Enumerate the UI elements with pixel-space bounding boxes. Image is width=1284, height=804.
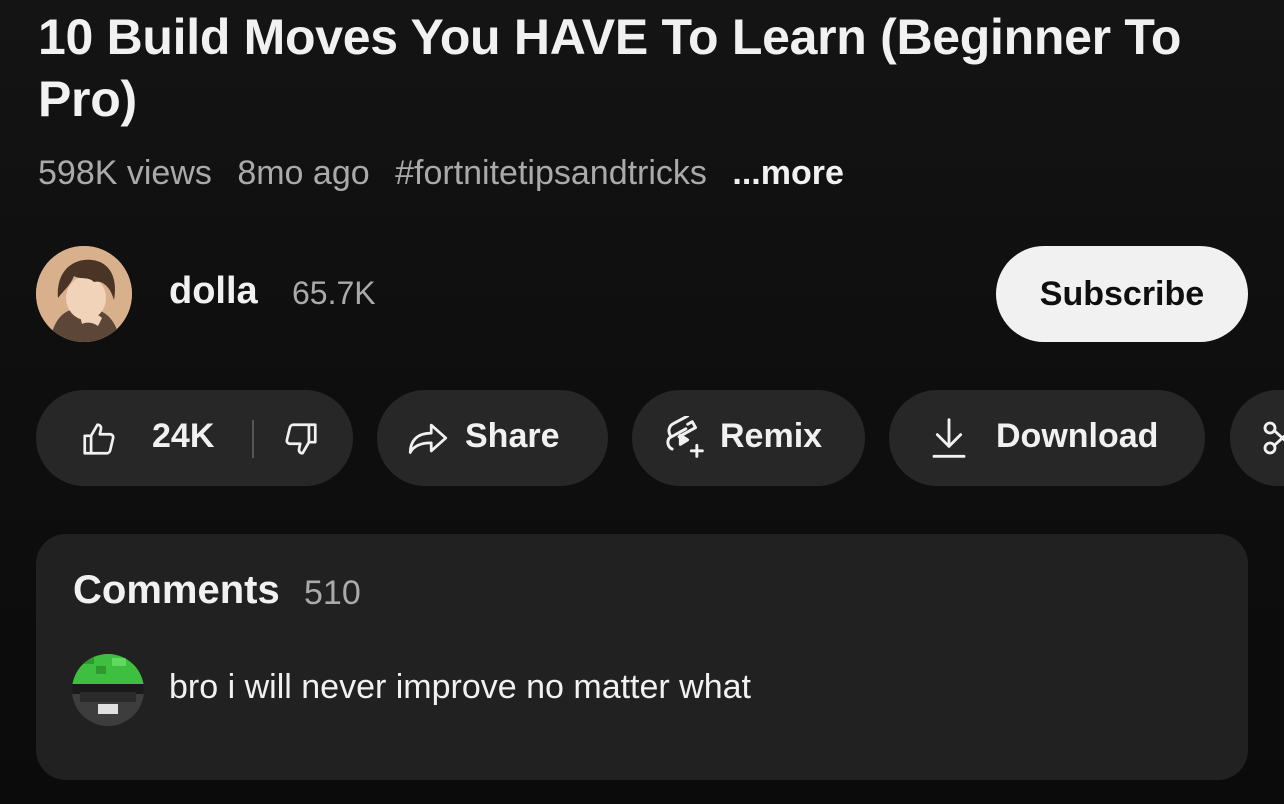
remix-label: Remix	[720, 417, 823, 455]
avatar-illustration	[36, 246, 132, 342]
comments-panel[interactable]: Comments 510 bro i will never improve no…	[36, 534, 1248, 780]
video-title: 10 Build Moves You HAVE To Learn (Beginn…	[38, 9, 1182, 127]
remix-icon	[662, 416, 706, 460]
share-label: Share	[465, 417, 560, 455]
comments-count: 510	[304, 574, 361, 612]
video-details-page: 10 Build Moves You HAVE To Learn (Beginn…	[0, 0, 1284, 804]
top-comment-text: bro i will never improve no matter what	[169, 668, 752, 706]
creeper-avatar-illustration	[72, 654, 144, 726]
channel-name[interactable]: dolla	[169, 270, 258, 313]
commenter-avatar[interactable]	[72, 654, 144, 726]
comments-title: Comments	[73, 568, 280, 612]
download-button[interactable]: Download	[889, 390, 1205, 486]
video-meta[interactable]: 598K views 8mo ago #fortnitetipsandtrick…	[38, 150, 844, 196]
thumbs-up-icon[interactable]	[80, 420, 118, 458]
more-button[interactable]: ...more	[732, 154, 843, 192]
remix-button[interactable]: Remix	[632, 390, 865, 486]
share-arrow-icon	[407, 418, 449, 458]
like-divider	[252, 420, 254, 458]
channel-avatar[interactable]	[36, 246, 132, 342]
hashtag-link[interactable]: #fortnitetipsandtricks	[395, 154, 707, 192]
download-label: Download	[996, 417, 1159, 455]
view-count: 598K views	[38, 154, 212, 192]
action-bar: 24K Share Remix Download	[36, 390, 1284, 486]
thumbs-down-icon[interactable]	[282, 420, 320, 458]
share-button[interactable]: Share	[377, 390, 608, 486]
clip-button[interactable]	[1230, 390, 1284, 486]
upload-age: 8mo ago	[237, 154, 370, 192]
download-icon	[929, 416, 969, 460]
scissors-icon	[1260, 418, 1284, 458]
subscribe-button[interactable]: Subscribe	[996, 246, 1248, 342]
like-dislike-pill: 24K	[36, 390, 353, 486]
like-count: 24K	[152, 417, 215, 455]
channel-row: dolla 65.7K Subscribe	[36, 246, 1248, 342]
subscriber-count: 65.7K	[292, 275, 376, 311]
